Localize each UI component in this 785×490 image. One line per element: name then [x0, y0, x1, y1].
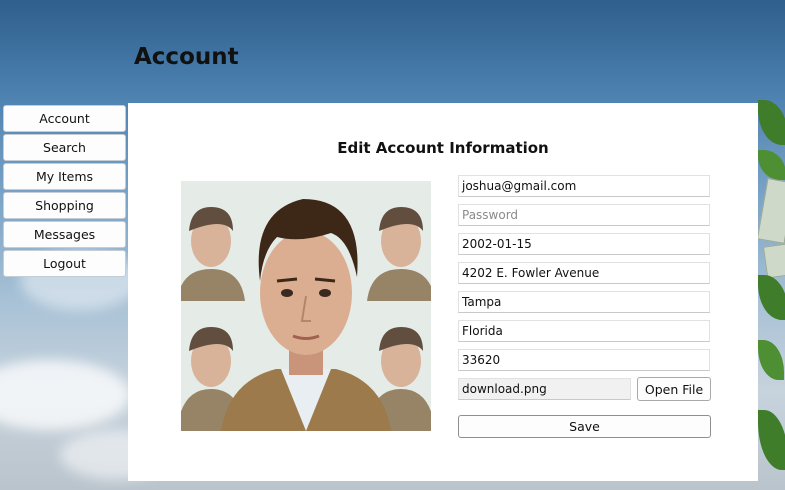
address-field[interactable]: 4202 E. Fowler Avenue	[458, 262, 710, 284]
file-path-field[interactable]: download.png	[458, 378, 631, 400]
sidebar-item-search[interactable]: Search	[3, 134, 126, 161]
state-field[interactable]: Florida	[458, 320, 710, 342]
edit-account-heading: Edit Account Information	[337, 139, 549, 157]
sidebar-item-logout[interactable]: Logout	[3, 250, 126, 277]
city-field[interactable]: Tampa	[458, 291, 710, 313]
page-title: Account	[134, 44, 239, 70]
email-field[interactable]: joshua@gmail.com	[458, 175, 710, 197]
profile-portrait-icon	[181, 181, 431, 431]
zip-field[interactable]: 33620	[458, 349, 710, 371]
save-button[interactable]: Save	[458, 415, 711, 438]
sidebar-item-account[interactable]: Account	[3, 105, 126, 132]
profile-picture	[181, 181, 431, 431]
birthdate-field[interactable]: 2002-01-15	[458, 233, 710, 255]
sidebar-nav: Account Search My Items Shopping Message…	[3, 105, 126, 279]
sidebar-item-messages[interactable]: Messages	[3, 221, 126, 248]
sidebar-item-shopping[interactable]: Shopping	[3, 192, 126, 219]
sidebar-item-my-items[interactable]: My Items	[3, 163, 126, 190]
password-field[interactable]: Password	[458, 204, 710, 226]
open-file-button[interactable]: Open File	[637, 377, 711, 401]
edit-account-panel: Edit Account Information joshua@gmail.co…	[128, 103, 758, 481]
